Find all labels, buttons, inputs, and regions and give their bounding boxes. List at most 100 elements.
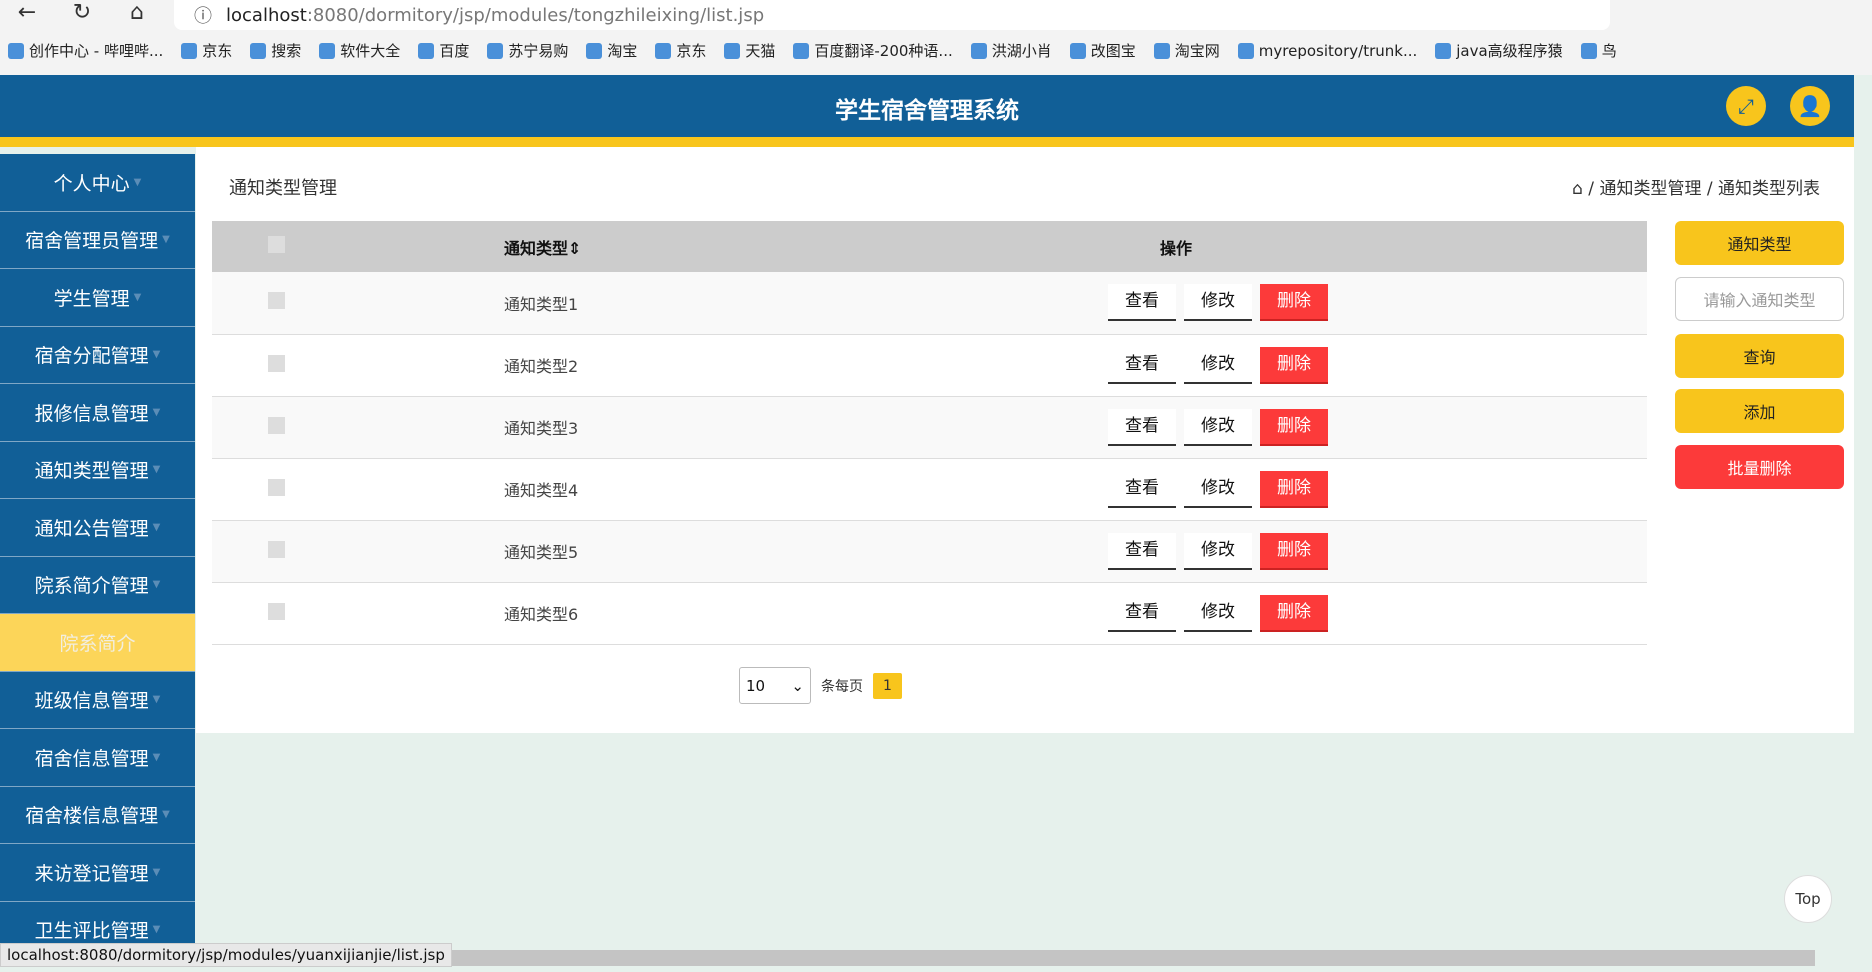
- add-button[interactable]: 添加: [1675, 389, 1844, 433]
- view-button[interactable]: 查看: [1108, 408, 1176, 446]
- sidebar-item[interactable]: 通知类型管理 ▼: [0, 442, 195, 499]
- bookmark-icon: [487, 42, 504, 59]
- address-bar[interactable]: ⓘ localhost:8080/dormitory/jsp/modules/to…: [174, 0, 1610, 30]
- bookmark[interactable]: 改图宝: [1069, 40, 1136, 61]
- delete-button[interactable]: 删除: [1260, 594, 1328, 632]
- delete-button[interactable]: 删除: [1260, 408, 1328, 446]
- sidebar: 个人中心 ▼ 宿舍管理员管理 ▼ 学生管理 ▼ 宿舍分配管理 ▼ 报修信息管理 ▼ 通知类型管理 ▼ 通…: [0, 154, 195, 944]
- caret-down-icon: ▼: [152, 579, 161, 591]
- column-header-actions: 操作: [890, 221, 1647, 272]
- home-icon[interactable]: ⌂: [122, 0, 152, 25]
- edit-button[interactable]: 修改: [1184, 470, 1252, 508]
- page-title: 通知类型管理: [229, 178, 337, 199]
- bookmark[interactable]: 苏宁易购: [487, 40, 568, 61]
- bookmark[interactable]: 淘宝: [586, 40, 637, 61]
- delete-button[interactable]: 删除: [1260, 532, 1328, 570]
- caret-down-icon: ▼: [162, 234, 170, 246]
- edit-button[interactable]: 修改: [1184, 532, 1252, 570]
- back-icon[interactable]: ←: [12, 0, 42, 25]
- bookmark[interactable]: java高级程序猿: [1435, 40, 1563, 61]
- page-size-select[interactable]: 10 ⌄: [739, 667, 811, 704]
- per-page-label: 条每页: [821, 678, 863, 695]
- sidebar-item[interactable]: 宿舍楼信息管理 ▼: [0, 787, 195, 844]
- breadcrumb-item[interactable]: 通知类型管理: [1599, 179, 1701, 199]
- bookmark[interactable]: 京东: [181, 40, 232, 61]
- caret-down-icon: ▼: [133, 291, 142, 303]
- sidebar-item[interactable]: 院系简介管理 ▼: [0, 557, 195, 614]
- data-table: 通知类型⇕ 操作 通知类型1 查看 修改 删除 通知类型2 查看 修改 删除 通知类型3 查看 修改…: [212, 221, 1647, 645]
- row-checkbox[interactable]: [267, 602, 285, 620]
- view-button[interactable]: 查看: [1108, 346, 1176, 384]
- sidebar-item[interactable]: 宿舍信息管理 ▼: [0, 729, 195, 787]
- browser-chrome: ← ↻ ⌂ ⓘ localhost:8080/dormitory/jsp/modu…: [0, 0, 1872, 75]
- bookmark[interactable]: 软件大全: [319, 40, 400, 61]
- bookmark[interactable]: 洪湖小肖: [970, 40, 1052, 61]
- caret-down-icon: ▼: [152, 924, 161, 936]
- bookmark[interactable]: 鸟: [1580, 40, 1617, 61]
- bookmark-icon: [418, 42, 435, 59]
- chevron-down-icon: ⌄: [791, 676, 804, 695]
- bookmark-icon: [970, 42, 987, 59]
- url-path: :8080/dormitory/jsp/modules/tongzhileixi…: [306, 4, 765, 26]
- row-checkbox[interactable]: [267, 540, 285, 558]
- bookmark[interactable]: myrepository/trunk...: [1237, 40, 1417, 61]
- home-icon[interactable]: ⌂: [1572, 179, 1583, 199]
- type-cell: 通知类型3: [340, 396, 890, 459]
- delete-button[interactable]: 删除: [1260, 284, 1328, 322]
- bookmark-icon: [724, 42, 741, 59]
- view-button[interactable]: 查看: [1108, 594, 1176, 632]
- table-row: 通知类型3 查看 修改 删除: [212, 396, 1647, 459]
- sidebar-item[interactable]: 卫生评比管理 ▼: [0, 902, 195, 945]
- bookmark[interactable]: 搜索: [250, 40, 301, 61]
- bookmark[interactable]: 淘宝网: [1153, 40, 1220, 61]
- row-checkbox[interactable]: [267, 478, 285, 496]
- type-cell: 通知类型2: [340, 334, 890, 397]
- reload-icon[interactable]: ↻: [67, 0, 97, 25]
- fullscreen-icon[interactable]: ⤢: [1726, 86, 1766, 126]
- sidebar-item[interactable]: 院系简介: [0, 614, 195, 672]
- edit-button[interactable]: 修改: [1184, 284, 1252, 322]
- column-header-type[interactable]: 通知类型⇕: [340, 221, 890, 272]
- bookmarks-bar: 创作中心 - 哔哩哔... 京东 搜索 软件大全 百度 苏宁易购 淘宝 京东 天猫 百度翻译-20…: [8, 40, 1617, 61]
- sidebar-item[interactable]: 个人中心 ▼: [0, 154, 195, 212]
- type-search-input[interactable]: 请输入通知类型: [1675, 277, 1844, 321]
- delete-button[interactable]: 删除: [1260, 346, 1328, 384]
- caret-down-icon: ▼: [152, 694, 161, 706]
- bookmark[interactable]: 京东: [655, 40, 706, 61]
- batch-delete-button[interactable]: 批量删除: [1675, 445, 1844, 489]
- bookmark[interactable]: 创作中心 - 哔哩哔...: [8, 40, 163, 61]
- bookmark[interactable]: 天猫: [724, 40, 775, 61]
- delete-button[interactable]: 删除: [1260, 470, 1328, 508]
- sidebar-item[interactable]: 报修信息管理 ▼: [0, 384, 195, 442]
- select-all-checkbox[interactable]: [267, 236, 285, 253]
- caret-down-icon: ▼: [152, 464, 161, 476]
- edit-button[interactable]: 修改: [1184, 408, 1252, 446]
- bookmark-icon: [1237, 42, 1254, 59]
- caret-down-icon: ▼: [152, 751, 161, 763]
- edit-button[interactable]: 修改: [1184, 594, 1252, 632]
- table-row: 通知类型6 查看 修改 删除: [212, 582, 1647, 645]
- page-1[interactable]: 1: [873, 672, 902, 699]
- bookmark[interactable]: 百度翻译-200种语...: [793, 40, 953, 61]
- user-icon[interactable]: 👤: [1790, 86, 1830, 126]
- edit-button[interactable]: 修改: [1184, 346, 1252, 384]
- row-checkbox[interactable]: [267, 292, 285, 310]
- type-cell: 通知类型1: [340, 272, 890, 335]
- sidebar-item[interactable]: 通知公告管理 ▼: [0, 499, 195, 557]
- row-checkbox[interactable]: [267, 354, 285, 372]
- search-button[interactable]: 查询: [1675, 334, 1844, 378]
- view-button[interactable]: 查看: [1108, 470, 1176, 508]
- bookmark-icon: [793, 42, 810, 59]
- view-button[interactable]: 查看: [1108, 532, 1176, 570]
- sidebar-item[interactable]: 班级信息管理 ▼: [0, 672, 195, 729]
- view-button[interactable]: 查看: [1108, 284, 1176, 322]
- bookmark[interactable]: 百度: [418, 40, 469, 61]
- row-checkbox[interactable]: [267, 416, 285, 434]
- back-to-top-button[interactable]: Top: [1784, 875, 1832, 923]
- sidebar-item[interactable]: 宿舍分配管理 ▼: [0, 327, 195, 384]
- sidebar-item[interactable]: 学生管理 ▼: [0, 269, 195, 327]
- sidebar-item[interactable]: 来访登记管理 ▼: [0, 844, 195, 902]
- type-cell: 通知类型5: [340, 520, 890, 583]
- horizontal-scrollbar[interactable]: [395, 950, 1815, 966]
- sidebar-item[interactable]: 宿舍管理员管理 ▼: [0, 212, 195, 269]
